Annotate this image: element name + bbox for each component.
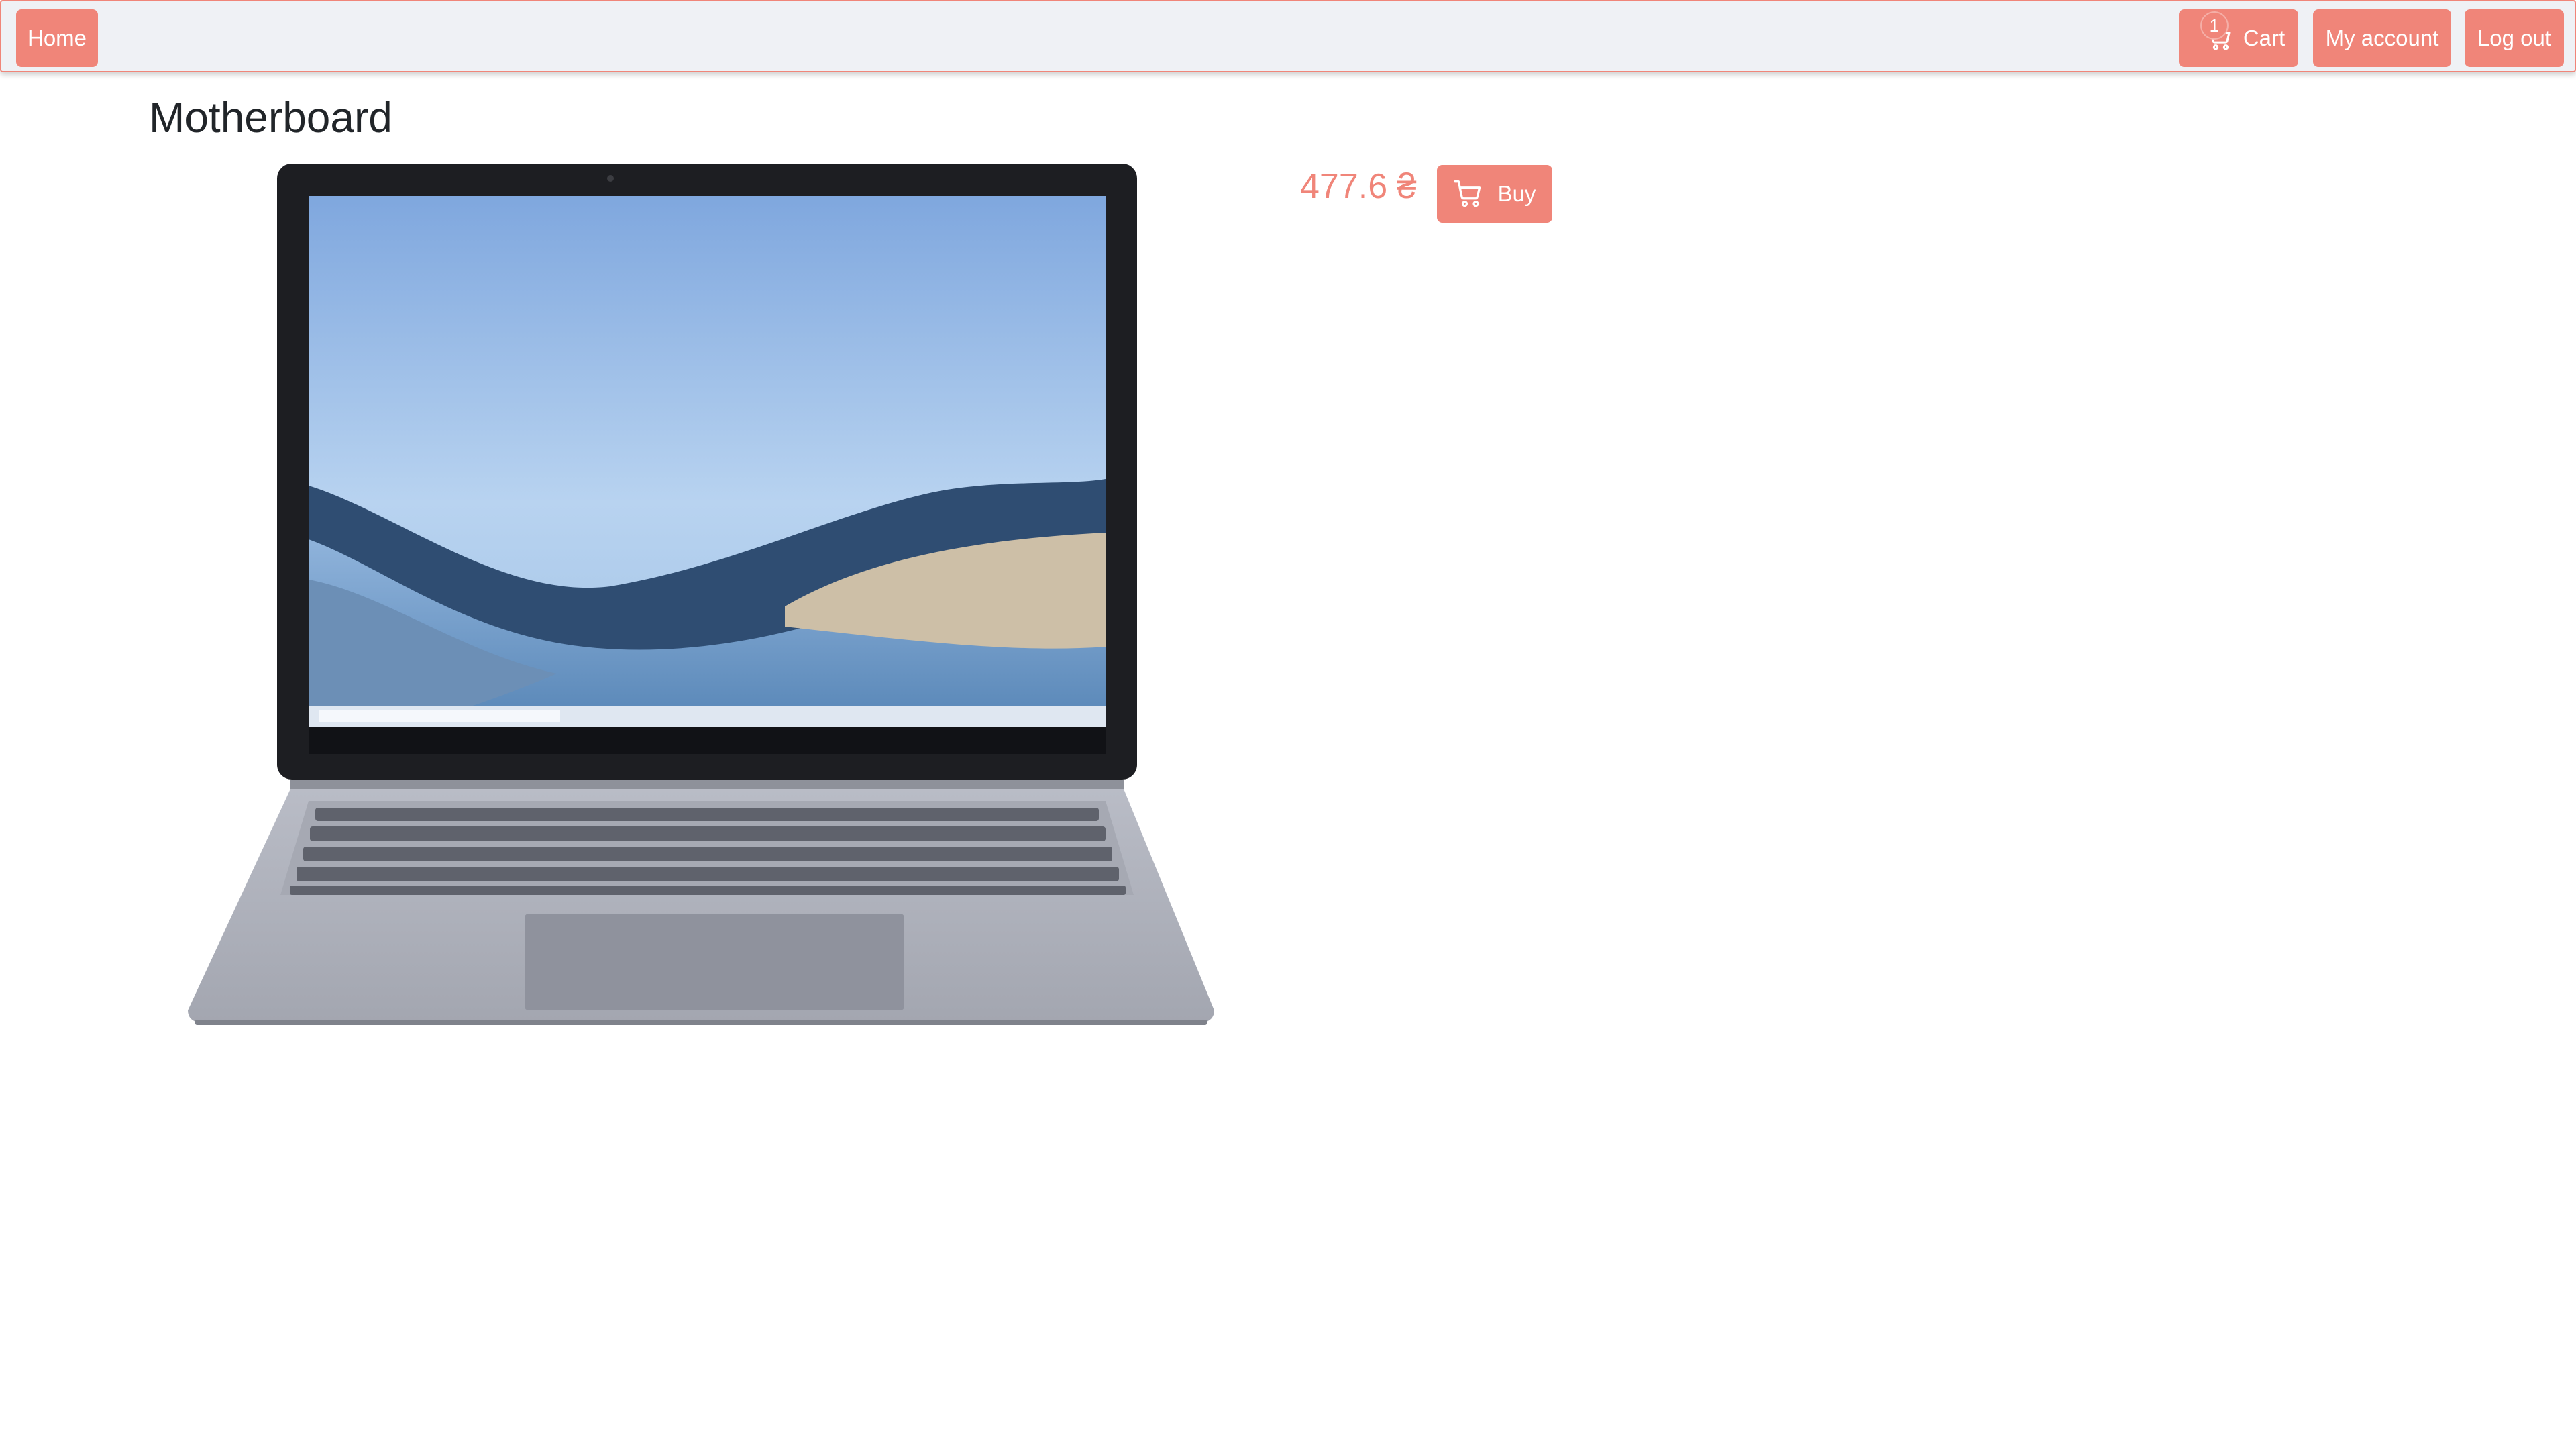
product-title: Motherboard (149, 93, 392, 142)
cart-icon (1453, 180, 1481, 207)
cart-button-label: Cart (2243, 25, 2286, 50)
my-account-button[interactable]: My account (2313, 9, 2451, 67)
cart-count-badge: 1 (2200, 11, 2229, 40)
cart-button[interactable]: 1 Cart (2179, 9, 2298, 67)
cart-button-content: 1 Cart (2192, 11, 2286, 52)
buy-button-label: Buy (1497, 181, 1536, 206)
home-button[interactable]: Home (16, 9, 98, 67)
laptop-product-image (188, 164, 1214, 1025)
log-out-button[interactable]: Log out (2465, 9, 2564, 67)
buy-button[interactable]: Buy (1437, 165, 1552, 223)
product-price: 477.6 ₴ (1300, 167, 1417, 206)
top-navbar: Home 1 Cart My account Log out (0, 0, 2576, 72)
